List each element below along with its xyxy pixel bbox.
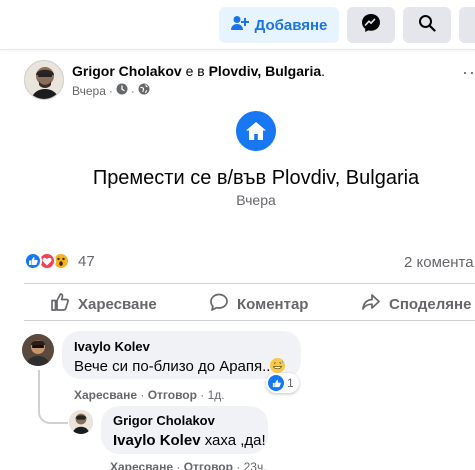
reply-actions: Харесване · Отговор · 23ч. xyxy=(110,460,267,470)
like-button[interactable]: Харесване xyxy=(50,292,157,316)
comment-button[interactable]: Коментар xyxy=(209,292,308,316)
meta-separator: · xyxy=(108,83,113,98)
location-suffix: . xyxy=(321,63,326,79)
add-friend-label: Добавяне xyxy=(254,16,328,34)
divider xyxy=(24,283,475,284)
location-connector: е в xyxy=(181,63,209,79)
meta-separator-2: · xyxy=(130,83,135,98)
comment-text-line: Вече си по-близо до Арапя.. xyxy=(74,358,289,375)
thumbs-up-icon xyxy=(50,292,70,316)
post-meta: Вчера · · xyxy=(72,83,150,98)
like-label: Харесване xyxy=(78,295,157,313)
post-time[interactable]: Вчера xyxy=(72,84,106,98)
reply-thread-line xyxy=(38,370,68,424)
comment-bubble: Ivaylo Kolev Вече си по-близо до Арапя.. xyxy=(62,331,301,379)
author-avatar[interactable] xyxy=(24,60,64,100)
menu-button[interactable] xyxy=(459,7,475,43)
add-friend-button[interactable]: Добавяне xyxy=(219,7,339,43)
like-reaction-icon xyxy=(268,375,284,391)
comment-text: Вече си по-близо до Арапя.. xyxy=(74,358,271,375)
reply-time[interactable]: 23ч. xyxy=(244,460,267,470)
reply-mention[interactable]: Ivaylo Kolev xyxy=(113,432,201,449)
search-button[interactable] xyxy=(403,7,451,43)
comment-reaction-count: 1 xyxy=(287,376,294,390)
comment-time[interactable]: 1д. xyxy=(208,388,225,402)
comment-author[interactable]: Ivaylo Kolev xyxy=(74,339,289,354)
post-header-line: Grigor Cholakov е в Plovdiv, Bulgaria. xyxy=(72,63,325,79)
globe-icon[interactable] xyxy=(138,83,150,98)
reply-bubble: Grigor Cholakov Ivaylo Kolev хаха ,да! xyxy=(101,406,268,454)
clock-icon xyxy=(116,83,128,98)
comment-icon xyxy=(209,292,229,316)
add-person-icon xyxy=(230,15,249,35)
messenger-button[interactable] xyxy=(347,7,395,43)
share-icon xyxy=(361,292,381,316)
comment-actions: Харесване · Отговор · 1д. xyxy=(74,388,225,402)
share-label: Споделяне xyxy=(389,295,472,313)
comment-reactions[interactable]: 1 xyxy=(266,373,299,393)
reply-author-avatar[interactable] xyxy=(69,410,93,434)
reply-like-link[interactable]: Харесване xyxy=(110,460,173,470)
messenger-icon xyxy=(361,13,381,38)
grinning-sweat-emoji-icon xyxy=(270,358,286,373)
comment-like-link[interactable]: Харесване xyxy=(74,388,137,402)
top-bar: Добавяне xyxy=(0,0,475,50)
reaction-count: 47 xyxy=(78,252,95,270)
life-event-title: Премести се в/във Plovdiv, Bulgaria xyxy=(92,167,420,189)
reply-text-line: Ivaylo Kolev хаха ,да! xyxy=(113,432,266,449)
divider-2 xyxy=(24,320,475,321)
reply-author[interactable]: Grigor Cholakov xyxy=(113,413,256,428)
location-link[interactable]: Plovdiv, Bulgaria xyxy=(209,63,322,79)
home-icon xyxy=(236,111,276,151)
author-name[interactable]: Grigor Cholakov xyxy=(72,63,182,79)
like-reaction-icon xyxy=(24,252,42,270)
reactions-summary[interactable]: 47 xyxy=(24,252,95,270)
life-event-date: Вчера xyxy=(236,192,276,208)
share-button[interactable]: Споделяне xyxy=(361,292,471,316)
reply-text: хаха ,да! xyxy=(200,432,266,449)
post: Grigor Cholakov е в Plovdiv, Bulgaria. В… xyxy=(0,50,475,470)
reply-reply-link[interactable]: Отговор xyxy=(184,460,233,470)
comment-reply-link[interactable]: Отговор xyxy=(148,388,197,402)
comment-label: Коментар xyxy=(237,295,309,313)
commenter-avatar[interactable] xyxy=(22,334,54,366)
more-options-icon[interactable]: ··· xyxy=(462,62,475,83)
comments-count[interactable]: 2 комента xyxy=(404,254,474,271)
search-icon xyxy=(418,14,436,37)
